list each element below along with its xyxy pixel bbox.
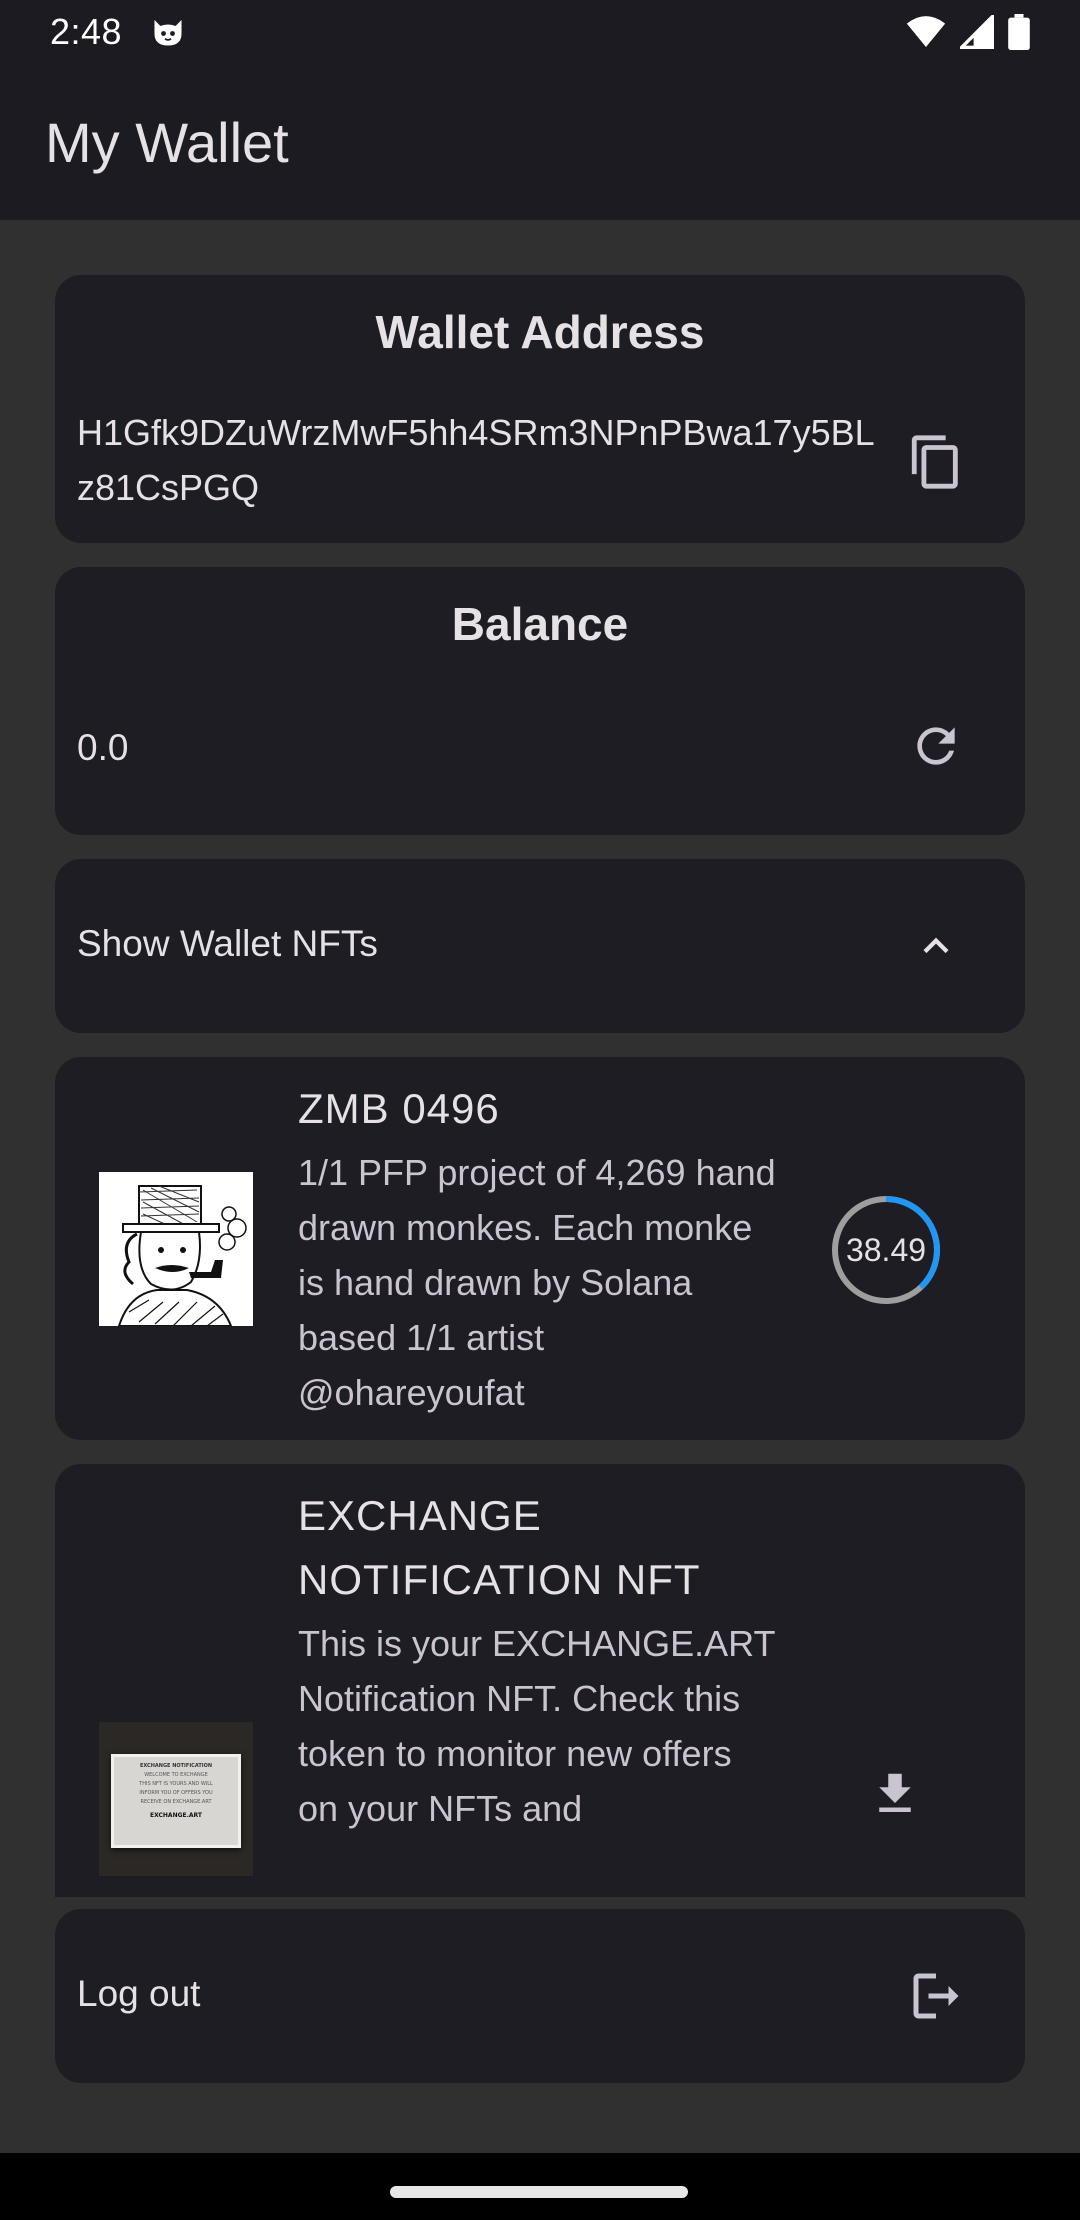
wallet-address-value: H1Gfk9DZuWrzMwF5hh4SRm3NPnPBwa17y5BLz81C… [77,412,875,508]
status-time: 2:48 [50,11,123,52]
refresh-balance-button[interactable] [891,701,981,791]
nft-description: This is your EXCHANGE.ART Notification N… [298,1623,775,1829]
balance-card: Balance 0.0 [55,567,1025,835]
copy-address-button[interactable] [891,417,981,507]
nft-title: EXCHANGE NOTIFICATION NFT [298,1492,701,1603]
show-wallet-nfts-toggle[interactable]: Show Wallet NFTs [55,859,1025,1033]
thumb-line: RECEIVE ON EXCHANGE.ART [140,1799,212,1805]
show-wallet-nfts-label: Show Wallet NFTs [77,923,378,964]
nft-thumbnail: EXCHANGE NOTIFICATION WELCOME TO EXCHANG… [99,1722,253,1876]
logout-icon-button[interactable] [891,1951,981,2041]
navigation-bar [0,2153,1080,2220]
wifi-icon [906,16,946,47]
logout-button[interactable]: Log out [55,1909,1025,2083]
monke-drawing-image [99,1172,253,1326]
nft-list-item[interactable]: ZMB 0496 1/1 PFP project of 4,269 hand d… [55,1057,1025,1440]
thumb-line: THIS NFT IS YOURS AND WILL [139,1781,213,1787]
thumb-line: INFORM YOU OF OFFERS YOU [139,1790,213,1796]
balance-title: Balance [451,598,629,650]
page-title: My Wallet [45,110,289,174]
thumb-line: WELCOME TO EXCHANGE [144,1772,208,1778]
wallet-address-title: Wallet Address [375,306,705,358]
logout-icon [913,1973,959,2019]
thumb-line: EXCHANGE.ART [150,1812,202,1819]
exchange-notification-image: EXCHANGE NOTIFICATION WELCOME TO EXCHANG… [111,1754,241,1848]
copy-icon [911,435,958,489]
logout-label: Log out [77,1973,201,2014]
signal-icon [960,15,994,49]
nft-description: 1/1 PFP project of 4,269 hand drawn monk… [298,1152,776,1413]
nft-score-value: 38.49 [845,1231,927,1268]
wallet-address-card: Wallet Address H1Gfk9DZuWrzMwF5hh4SRm3NP… [55,275,1025,543]
chevron-up-icon [923,937,949,954]
cat-face-icon [154,20,182,46]
app-bar: My Wallet [0,64,1080,220]
thumb-line: EXCHANGE NOTIFICATION [139,1763,213,1769]
download-icon [879,1773,911,1812]
nft-score-indicator: 38.49 [828,1192,944,1308]
status-bar: 2:48 [0,0,1080,64]
battery-icon [1008,14,1030,50]
refresh-icon [917,727,955,765]
status-icons [906,14,1030,50]
home-gesture-handle[interactable] [390,2186,688,2198]
nft-list-item[interactable]: EXCHANGE NOTIFICATION WELCOME TO EXCHANG… [55,1464,1025,1897]
balance-value: 0.0 [77,727,129,768]
download-button[interactable] [850,1749,940,1839]
nft-title: ZMB 0496 [298,1085,500,1132]
collapse-button[interactable] [891,901,981,991]
nft-thumbnail [99,1172,253,1326]
